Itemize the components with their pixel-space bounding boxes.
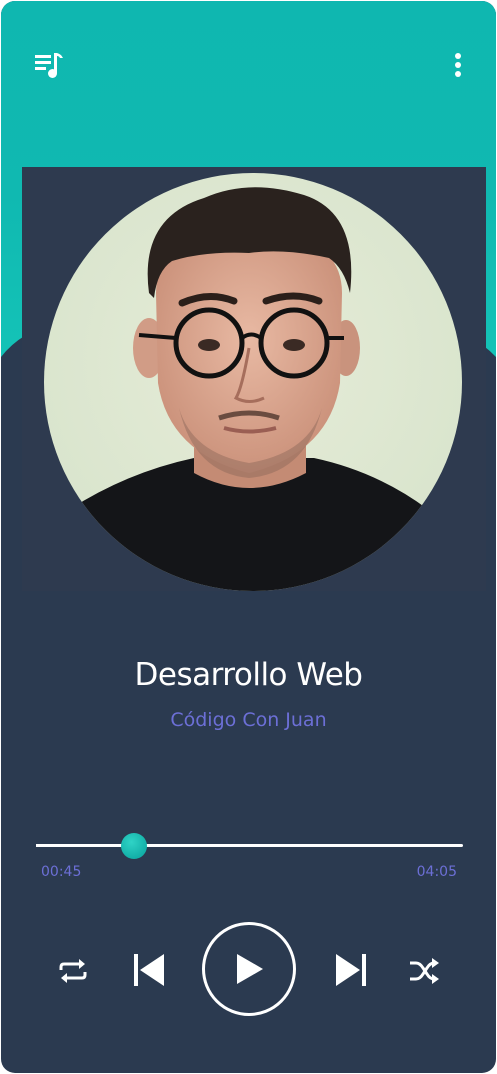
more-options-button[interactable] — [441, 45, 475, 85]
more-vertical-icon — [455, 53, 461, 77]
shuffle-icon — [410, 958, 439, 984]
previous-button[interactable] — [127, 947, 171, 993]
skip-next-icon — [336, 954, 366, 986]
shuffle-button[interactable] — [403, 949, 445, 993]
next-button[interactable] — [329, 947, 373, 993]
song-artist[interactable]: Código Con Juan — [1, 709, 496, 731]
total-time: 04:05 — [416, 864, 457, 880]
progress-thumb[interactable] — [121, 833, 148, 859]
current-time: 00:45 — [41, 864, 82, 880]
song-title: Desarrollo Web — [134, 657, 363, 693]
play-icon — [237, 954, 263, 984]
play-button[interactable] — [202, 922, 296, 1016]
repeat-icon — [59, 959, 87, 983]
skip-previous-icon — [134, 954, 164, 986]
progress-fill — [36, 844, 135, 847]
album-art-photo — [44, 173, 462, 591]
playlist-button[interactable] — [29, 45, 69, 85]
progress-track[interactable] — [36, 844, 463, 847]
repeat-button[interactable] — [53, 949, 93, 993]
playlist-icon — [35, 53, 63, 78]
music-player-screen: Desarrollo Web Código Con Juan 00:45 04:… — [1, 1, 496, 1073]
